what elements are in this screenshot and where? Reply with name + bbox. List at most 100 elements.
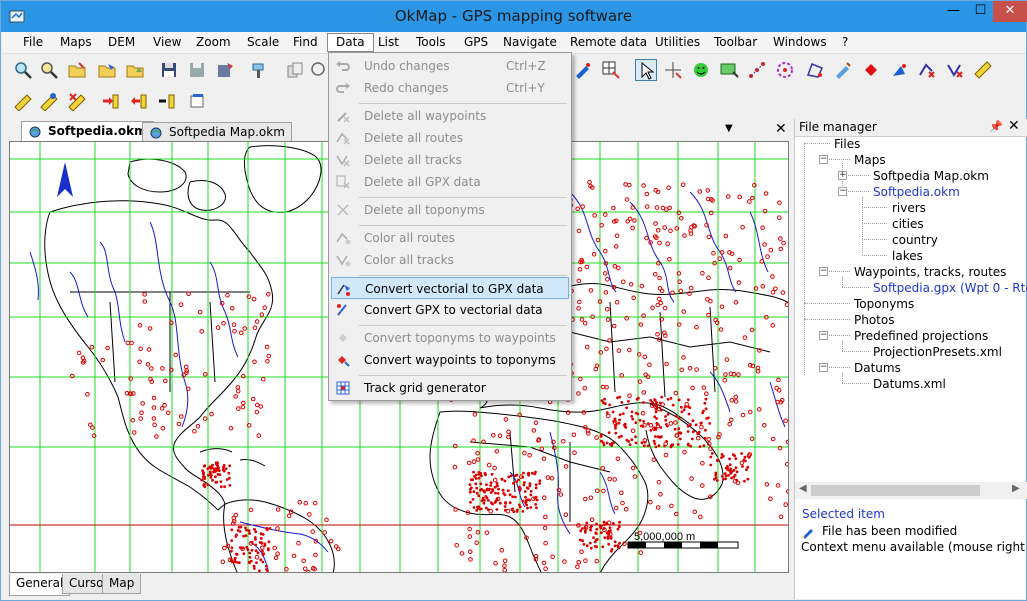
tree-softpedia-okm[interactable]: Softpedia.okm <box>873 185 960 199</box>
goto-next-button[interactable] <box>156 90 178 112</box>
collapse-datums-toggle[interactable]: − <box>819 363 828 372</box>
tree-files[interactable]: Files <box>834 137 860 151</box>
save-gpx-button[interactable] <box>214 59 236 81</box>
scroll-right-button[interactable]: ▶ <box>1012 483 1020 494</box>
menu-maps[interactable]: Maps <box>60 35 92 49</box>
delete-all-gpx-data-item[interactable]: Delete all GPX data <box>331 171 569 193</box>
menu-windows[interactable]: Windows <box>773 35 827 49</box>
menu-dem[interactable]: DEM <box>108 35 135 49</box>
polygon-tool-button[interactable] <box>804 59 826 81</box>
goto-first-button[interactable] <box>100 90 122 112</box>
tree-maps[interactable]: Maps <box>854 153 886 167</box>
waypoint-diamond-button[interactable] <box>860 59 882 81</box>
maximize-button[interactable]: ☐ <box>967 1 994 22</box>
measure-clear-button[interactable] <box>66 90 88 112</box>
note-tool-button[interactable] <box>718 59 740 81</box>
menu-find[interactable]: Find <box>293 35 318 49</box>
waypoint-tool-button[interactable] <box>572 59 594 81</box>
color-all-tracks-item[interactable]: Color all tracks <box>331 249 569 271</box>
tree-softpedia-gpx[interactable]: Softpedia.gpx (Wpt 0 - Rte 0 - Trk <box>873 281 1027 295</box>
scrollbar-thumb[interactable] <box>811 485 980 496</box>
undo-changes-item[interactable]: Undo changes Ctrl+Z <box>331 55 569 77</box>
open-gpx-button[interactable] <box>96 59 118 81</box>
delete-track-button[interactable] <box>944 59 966 81</box>
delete-route-button[interactable] <box>916 59 938 81</box>
measure-distance-button[interactable] <box>12 90 34 112</box>
save-button[interactable] <box>158 59 180 81</box>
open-folder-button[interactable] <box>66 59 88 81</box>
menu-gps[interactable]: GPS <box>464 35 488 49</box>
tab-softpedia-okm[interactable]: Softpedia.okm <box>21 121 154 141</box>
track-grid-generator-item[interactable]: Track grid generator <box>331 377 569 399</box>
save-as-button[interactable] <box>186 59 208 81</box>
measure-tool-button[interactable] <box>972 59 994 81</box>
tab-map[interactable]: Map <box>102 574 142 594</box>
color-all-routes-item[interactable]: Color all routes <box>331 227 569 249</box>
tabs-dropdown-button[interactable]: ▼ <box>725 123 733 134</box>
menu-zoom[interactable]: Zoom <box>196 35 231 49</box>
collapse-wtr-toggle[interactable]: − <box>819 267 828 276</box>
convert-gpx-to-vectorial-item[interactable]: Convert GPX to vectorial data <box>331 299 569 321</box>
redo-changes-item[interactable]: Redo changes Ctrl+Y <box>331 77 569 99</box>
menu-data[interactable]: Data <box>327 33 374 52</box>
tree-layer-country[interactable]: country <box>892 233 938 247</box>
tree-layer-cities[interactable]: cities <box>892 217 924 231</box>
select-tool-button[interactable] <box>635 59 657 81</box>
menu-remote-data[interactable]: Remote data <box>570 35 647 49</box>
route-tool-button[interactable] <box>746 59 768 81</box>
collapse-map2-toggle[interactable]: − <box>838 187 847 196</box>
measure-area-button[interactable] <box>38 90 60 112</box>
convert-waypoints-to-toponyms-item[interactable]: Convert waypoints to toponyms <box>331 349 569 371</box>
tab-softpedia-map-okm[interactable]: Softpedia Map.okm <box>142 122 292 141</box>
horizontal-scrollbar[interactable]: ◀ ▶ <box>795 482 1027 499</box>
zoom-button[interactable] <box>308 59 330 81</box>
menu-scale[interactable]: Scale <box>247 35 279 49</box>
find-map-button[interactable] <box>38 59 60 81</box>
properties-button[interactable] <box>186 90 208 112</box>
open-map-button[interactable] <box>12 59 34 81</box>
menu-file[interactable]: File <box>23 35 43 49</box>
print-button[interactable] <box>248 59 270 81</box>
scroll-left-button[interactable]: ◀ <box>799 483 807 494</box>
grid-tool-button[interactable] <box>600 59 622 81</box>
flag-tool-button[interactable] <box>888 59 910 81</box>
menu-navigate[interactable]: Navigate <box>503 35 557 49</box>
delete-all-waypoints-item[interactable]: Delete all waypoints <box>331 105 569 127</box>
delete-all-routes-item[interactable]: Delete all routes <box>331 127 569 149</box>
goto-prev-button[interactable] <box>128 90 150 112</box>
close-tab-button[interactable]: ✕ <box>775 121 787 137</box>
convert-toponyms-to-waypoints-item[interactable]: Convert toponyms to waypoints <box>331 327 569 349</box>
track-tool-button[interactable] <box>832 59 854 81</box>
tree-projection-presets-xml[interactable]: ProjectionPresets.xml <box>873 345 1002 359</box>
copy-button[interactable] <box>284 59 306 81</box>
close-panel-button[interactable]: ✕ <box>1008 118 1020 134</box>
open-dem-button[interactable] <box>124 59 146 81</box>
collapse-maps-toggle[interactable]: − <box>819 155 828 164</box>
collapse-projections-toggle[interactable]: − <box>819 331 828 340</box>
tree-softpedia-map-okm[interactable]: Softpedia Map.okm <box>873 169 989 183</box>
tree-predefined-projections[interactable]: Predefined projections <box>854 329 988 343</box>
menu-list[interactable]: List <box>378 35 399 49</box>
tree-layer-lakes[interactable]: lakes <box>892 249 923 263</box>
tree-datums[interactable]: Datums <box>854 361 901 375</box>
close-window-button[interactable]: ✕ <box>993 1 1027 22</box>
menu-view[interactable]: View <box>153 35 181 49</box>
menu-utilities[interactable]: Utilities <box>655 35 700 49</box>
tree-photos[interactable]: Photos <box>854 313 894 327</box>
menu-help[interactable]: ? <box>842 35 848 49</box>
tree-layer-rivers[interactable]: rivers <box>892 201 926 215</box>
delete-all-toponyms-item[interactable]: Delete all toponyms <box>331 199 569 221</box>
menu-tools[interactable]: Tools <box>416 35 446 49</box>
minimize-button[interactable]: — <box>940 1 967 22</box>
expand-map1-toggle[interactable]: + <box>838 171 847 180</box>
area-tool-button[interactable] <box>774 59 796 81</box>
delete-all-tracks-item[interactable]: Delete all tracks <box>331 149 569 171</box>
tree-toponyms[interactable]: Toponyms <box>854 297 914 311</box>
tree-waypoints-tracks-routes[interactable]: Waypoints, tracks, routes <box>854 265 1006 279</box>
crosshair-tool-button[interactable] <box>662 59 684 81</box>
tree-datums-xml[interactable]: Datums.xml <box>873 377 946 391</box>
convert-vectorial-to-gpx-item[interactable]: Convert vectorial to GPX data <box>331 277 569 299</box>
smiley-tool-button[interactable] <box>690 59 712 81</box>
menu-toolbar[interactable]: Toolbar <box>714 35 757 49</box>
pin-icon[interactable]: 📌 <box>989 120 1003 133</box>
